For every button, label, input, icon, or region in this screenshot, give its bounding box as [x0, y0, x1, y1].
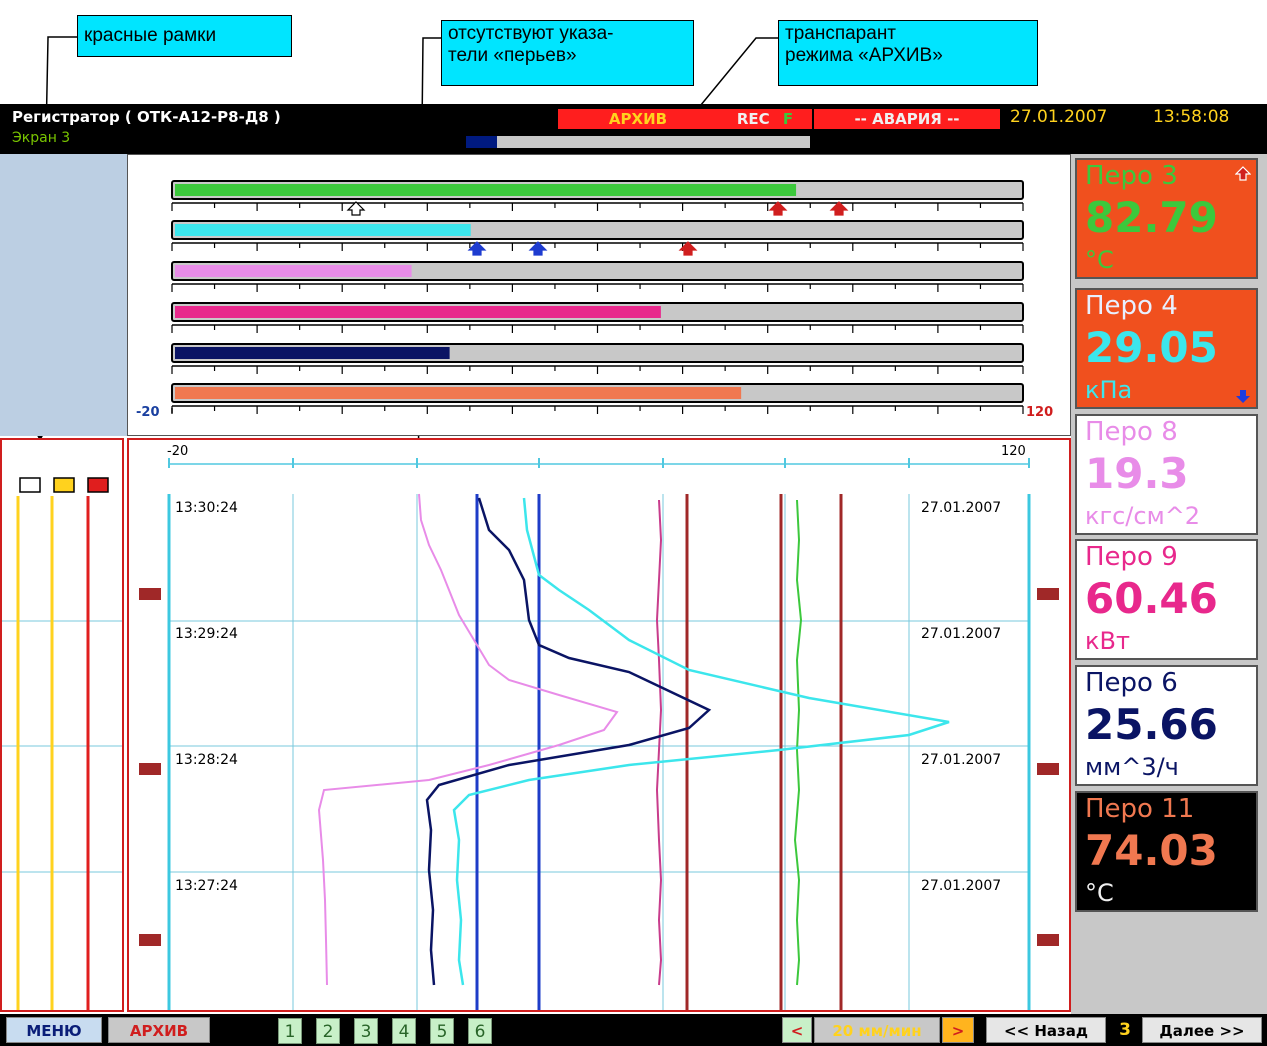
bar-fill: [175, 265, 412, 277]
legend-box-yellow: [53, 477, 75, 493]
bargraph-panel: -20 120: [127, 154, 1071, 436]
pen-value: 82.79: [1085, 193, 1218, 242]
trend-scale-min: -20: [167, 444, 189, 459]
bargraph-svg: [171, 180, 1024, 414]
pen-value: 74.03: [1085, 826, 1218, 875]
trend-date-3: 27.01.2007: [921, 752, 1002, 768]
alarm-marker-icon: [768, 201, 788, 216]
trend-time-3: 13:28:24: [175, 752, 238, 768]
archive-progress: [466, 136, 810, 148]
date-label: 27.01.2007: [1010, 107, 1108, 127]
pen-name: Перо 9: [1085, 542, 1178, 572]
trend-time-1: 13:30:24: [175, 500, 238, 516]
bargraph-scale-max: 120: [1026, 405, 1054, 420]
bar-fill: [175, 184, 797, 196]
pen-9-trace: [655, 499, 663, 986]
pen-card-8[interactable]: Перо 8 19.3 кгс/см^2: [1075, 414, 1258, 535]
speed-increase-button[interactable]: >: [942, 1017, 974, 1043]
event-marker: [139, 763, 161, 775]
tab-2[interactable]: 2: [316, 1018, 340, 1044]
pen-value: 60.46: [1085, 574, 1218, 623]
page-number: 3: [1119, 1020, 1131, 1040]
pen-card-6[interactable]: Перо 6 25.66 мм^3/ч: [1075, 665, 1258, 786]
alarm-down-icon: [1236, 390, 1250, 403]
archive-button[interactable]: АРХИВ: [108, 1017, 210, 1043]
rec-flag: F: [782, 110, 794, 128]
pen-unit: °C: [1085, 246, 1114, 274]
archive-progress-fill: [466, 136, 497, 148]
pen-value: 19.3: [1085, 449, 1189, 498]
alarm-marker-icon: [528, 241, 548, 256]
menu-button[interactable]: МЕНЮ: [6, 1017, 102, 1043]
archive-banner: АРХИВ: [558, 109, 718, 129]
left-strip-svg: [2, 477, 122, 1010]
pen-card-4[interactable]: Перо 4 29.05 кПа: [1075, 288, 1258, 409]
pen-card-3[interactable]: Перо 3 82.79 °C: [1075, 158, 1258, 279]
bargraph-scale-min: -20: [136, 405, 160, 420]
pen-unit: °C: [1085, 879, 1114, 907]
alarm-marker-icon: [467, 241, 487, 256]
legend-box-white: [19, 477, 41, 493]
pen-4-trace: [452, 497, 950, 986]
event-marker: [1037, 934, 1059, 946]
speed-decrease-button[interactable]: <: [782, 1017, 812, 1043]
trend-time-4: 13:27:24: [175, 878, 238, 894]
pen-card-9[interactable]: Перо 9 60.46 кВт: [1075, 539, 1258, 660]
screen-label: Экран 3: [12, 130, 71, 146]
legend-box-red: [87, 477, 109, 493]
alarm-banner: -- АВАРИЯ --: [814, 109, 1000, 129]
app-title: Регистратор ( ОТК-А12-Р8-Д8 ): [12, 108, 281, 126]
pointer-hollow-icon: [346, 201, 366, 216]
time-label: 13:58:08: [1153, 107, 1230, 127]
tab-4[interactable]: 4: [392, 1018, 416, 1044]
event-marker: [1037, 763, 1059, 775]
pen-name: Перо 11: [1085, 794, 1195, 824]
alarm-up-icon: [1235, 166, 1251, 181]
alarm-marker-icon: [829, 201, 849, 216]
back-button[interactable]: << Назад: [986, 1017, 1106, 1043]
trend-date-2: 27.01.2007: [921, 626, 1002, 642]
pen-value: 25.66: [1085, 700, 1218, 749]
left-strip: [0, 438, 124, 1012]
rec-label: REC: [736, 110, 770, 128]
trend-date-1: 27.01.2007: [921, 500, 1002, 516]
trend-time-2: 13:29:24: [175, 626, 238, 642]
event-marker: [1037, 588, 1059, 600]
tab-3[interactable]: 3: [354, 1018, 378, 1044]
event-marker: [139, 934, 161, 946]
pen-card-11[interactable]: Перо 11 74.03 °C: [1075, 791, 1258, 912]
next-button[interactable]: Далее >>: [1142, 1017, 1262, 1043]
speed-display: 20 мм/мин: [814, 1017, 940, 1043]
trend-panel: -20 120 13:30:24 27.01.2007 13:29:24 27.…: [127, 438, 1071, 1012]
bar-fill: [175, 306, 661, 318]
bottom-toolbar: МЕНЮ АРХИВ 1 2 3 4 5 6 < 20 мм/мин > << …: [0, 1014, 1267, 1046]
left-top-panel: [0, 154, 127, 436]
pen-value: 29.05: [1085, 323, 1218, 372]
pen-name: Перо 8: [1085, 417, 1178, 447]
pen-unit: кВт: [1085, 627, 1130, 655]
event-marker: [139, 588, 161, 600]
trend-scale-max: 120: [1001, 444, 1026, 459]
trend-svg: [139, 458, 1059, 1010]
pen-3-trace: [793, 499, 803, 986]
pen-unit: мм^3/ч: [1085, 753, 1179, 781]
pen-name: Перо 3: [1085, 161, 1178, 191]
tab-6[interactable]: 6: [468, 1018, 492, 1044]
pen-8-trace: [317, 493, 619, 986]
trend-date-4: 27.01.2007: [921, 878, 1002, 894]
pen-unit: кгс/см^2: [1085, 502, 1201, 530]
bar-fill: [175, 347, 450, 359]
tab-1[interactable]: 1: [278, 1018, 302, 1044]
tab-5[interactable]: 5: [430, 1018, 454, 1044]
pen-unit: кПа: [1085, 376, 1133, 404]
bar-fill: [175, 387, 742, 399]
pen-name: Перо 6: [1085, 668, 1178, 698]
pen-name: Перо 4: [1085, 291, 1178, 321]
rec-indicator: REC F: [718, 109, 812, 129]
bar-fill: [175, 224, 471, 236]
